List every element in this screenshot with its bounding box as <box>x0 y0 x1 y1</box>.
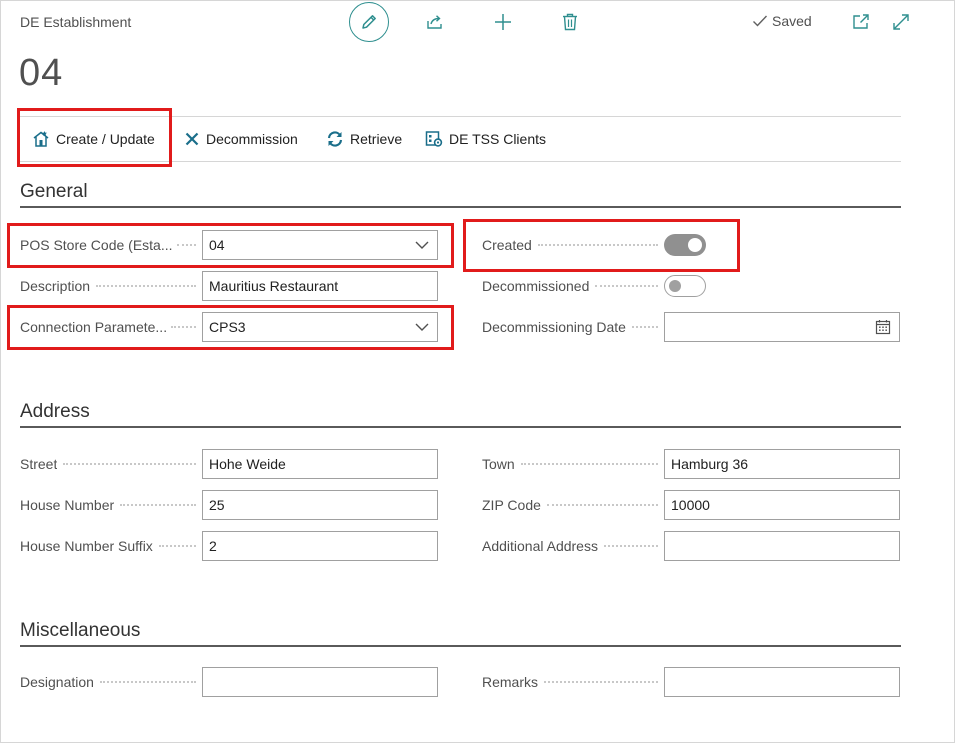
zip-code-label: ZIP Code <box>482 490 664 520</box>
miscellaneous-heading-line <box>20 645 901 647</box>
pencil-icon <box>362 15 376 29</box>
refresh-icon <box>327 131 343 147</box>
house-number-suffix-label: House Number Suffix <box>20 531 202 561</box>
street-label: Street <box>20 449 202 479</box>
share-button[interactable] <box>423 10 447 34</box>
expand-button[interactable] <box>889 10 913 34</box>
decommissioned-toggle[interactable] <box>664 275 706 297</box>
miscellaneous-heading: Miscellaneous <box>20 620 141 641</box>
description-input[interactable]: Mauritius Restaurant <box>202 271 438 301</box>
decommission-label: Decommission <box>206 131 298 147</box>
saved-status: Saved <box>752 13 812 29</box>
town-label: Town <box>482 449 664 479</box>
highlight-created <box>463 219 740 272</box>
checkmark-icon <box>753 15 768 27</box>
highlight-create-update <box>17 108 172 167</box>
house-number-label: House Number <box>20 490 202 520</box>
description-value: Mauritius Restaurant <box>209 278 339 294</box>
zip-code-value: 10000 <box>671 497 710 513</box>
town-value: Hamburg 36 <box>671 456 749 472</box>
house-number-suffix-input[interactable]: 2 <box>202 531 438 561</box>
plus-icon <box>495 14 511 30</box>
page-title: 04 <box>19 52 64 94</box>
delete-button[interactable] <box>558 10 582 34</box>
decommission-action[interactable]: Decommission <box>184 126 298 152</box>
new-button[interactable] <box>491 10 515 34</box>
zip-code-input[interactable]: 10000 <box>664 490 900 520</box>
address-heading-line <box>20 426 901 428</box>
house-number-suffix-value: 2 <box>209 538 217 554</box>
toggle-knob <box>669 280 681 292</box>
general-heading: General <box>20 181 88 202</box>
trash-icon <box>563 13 577 31</box>
general-heading-line <box>20 206 901 208</box>
street-value: Hohe Weide <box>209 456 286 472</box>
retrieve-action[interactable]: Retrieve <box>326 126 402 152</box>
designation-label: Designation <box>20 667 202 697</box>
expand-icon <box>893 14 909 30</box>
calendar-icon[interactable] <box>875 319 891 335</box>
de-tss-clients-action[interactable]: DE TSS Clients <box>425 126 546 152</box>
highlight-connection-parameter <box>7 305 454 350</box>
additional-address-label: Additional Address <box>482 531 664 561</box>
description-label: Description <box>20 271 202 301</box>
decommissioning-date-label: Decommissioning Date <box>482 312 664 342</box>
house-number-value: 25 <box>209 497 225 513</box>
saved-label: Saved <box>772 13 812 29</box>
remarks-label: Remarks <box>482 667 664 697</box>
remarks-input[interactable] <box>664 667 900 697</box>
decommissioning-date-input[interactable] <box>664 312 900 342</box>
open-new-window-button[interactable] <box>849 10 873 34</box>
decommissioned-label: Decommissioned <box>482 271 664 301</box>
open-new-window-icon <box>853 14 869 29</box>
edit-button[interactable] <box>349 2 389 42</box>
house-number-input[interactable]: 25 <box>202 490 438 520</box>
additional-address-input[interactable] <box>664 531 900 561</box>
tss-clients-icon <box>425 131 443 147</box>
address-heading: Address <box>20 401 90 422</box>
page-caption: DE Establishment <box>20 14 132 30</box>
street-input[interactable]: Hohe Weide <box>202 449 438 479</box>
share-icon <box>427 15 442 29</box>
highlight-pos-store-code <box>7 223 454 268</box>
close-icon <box>185 132 199 146</box>
town-input[interactable]: Hamburg 36 <box>664 449 900 479</box>
designation-input[interactable] <box>202 667 438 697</box>
de-tss-clients-label: DE TSS Clients <box>449 131 546 147</box>
retrieve-label: Retrieve <box>350 131 403 147</box>
